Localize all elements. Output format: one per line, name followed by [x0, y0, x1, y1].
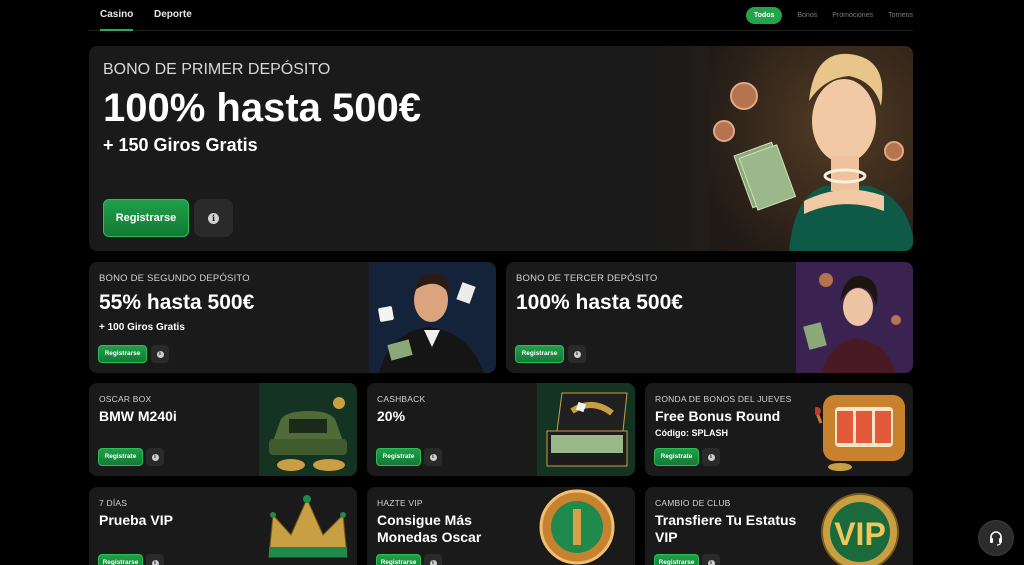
promo-title: Free Bonus Round — [655, 408, 781, 424]
tab-casino[interactable]: Casino — [100, 0, 134, 31]
briefcase-cash-illustration — [537, 383, 635, 476]
promo-subtitle: + 150 Giros Gratis — [103, 135, 258, 155]
oscar-coin-illustration — [539, 489, 615, 565]
filter-chips: Todos Bonos Promociones Torneos — [745, 7, 913, 24]
info-button[interactable]: i — [424, 554, 442, 565]
promo-card-cashback[interactable]: CASHBACK 20% Registrate i — [367, 383, 635, 476]
filter-promociones[interactable]: Promociones — [832, 7, 873, 24]
promo-title: 100% hasta 500€ — [103, 86, 422, 130]
info-icon: i — [573, 350, 581, 358]
promo-subtitle: Código: SPLASH — [655, 428, 728, 438]
register-button[interactable]: Registrarse — [98, 345, 147, 363]
filter-torneos[interactable]: Torneos — [888, 7, 913, 24]
promo-title: 55% hasta 500€ — [99, 291, 255, 314]
tab-deporte[interactable]: Deporte — [154, 0, 192, 31]
vip-badge-text: VIP — [834, 516, 886, 552]
info-button[interactable]: i — [424, 448, 442, 466]
info-button[interactable]: i — [151, 345, 169, 363]
promo-label: OSCAR BOX — [99, 394, 152, 404]
promo-label: BONO DE TERCER DEPÓSITO — [516, 273, 658, 284]
register-button[interactable]: Registrarse — [98, 554, 143, 565]
info-button[interactable]: i — [194, 199, 233, 237]
register-button[interactable]: Registrarse — [654, 554, 699, 565]
promo-title: Prueba VIP — [99, 512, 173, 528]
promo-label: RONDA DE BONOS DEL JUEVES — [655, 394, 792, 404]
filter-bonos[interactable]: Bonos — [797, 7, 817, 24]
promo-title: 100% hasta 500€ — [516, 291, 683, 314]
promo-subtitle: + 100 Giros Gratis — [99, 322, 185, 333]
info-icon: i — [429, 559, 437, 565]
info-button[interactable]: i — [146, 448, 164, 466]
promo-label: BONO DE SEGUNDO DEPÓSITO — [99, 273, 250, 284]
car-illustration — [259, 383, 357, 476]
promo-card-become-vip[interactable]: HAZTE VIP Consigue Más Monedas Oscar Reg… — [367, 487, 635, 565]
info-button[interactable]: i — [146, 554, 164, 565]
promo-label: HAZTE VIP — [377, 498, 423, 508]
info-icon: i — [429, 453, 437, 461]
register-button[interactable]: Registrarse — [515, 345, 564, 363]
register-button[interactable]: Registrarse — [376, 554, 421, 565]
promo-title: Consigue Más Monedas Oscar — [377, 512, 482, 545]
promo-card-thursday-bonus[interactable]: RONDA DE BONOS DEL JUEVES Free Bonus Rou… — [645, 383, 913, 476]
register-button[interactable]: Registrate — [98, 448, 143, 466]
headset-icon — [990, 531, 1002, 546]
promo-card-oscar-box[interactable]: OSCAR BOX BMW M240i Registrate i — [89, 383, 357, 476]
register-button[interactable]: Registrarse — [103, 199, 189, 237]
crown-illustration — [268, 495, 348, 558]
man-with-cards-illustration — [369, 262, 496, 373]
support-chat-button[interactable] — [978, 520, 1014, 556]
promo-title: 20% — [377, 408, 406, 424]
woman-with-chips-illustration — [796, 262, 913, 373]
filter-todos[interactable]: Todos — [745, 7, 783, 24]
info-button[interactable]: i — [702, 554, 720, 565]
promo-card-third-deposit[interactable]: BONO DE TERCER DEPÓSITO 100% hasta 500€ … — [506, 262, 913, 373]
info-icon: i — [208, 212, 219, 224]
info-button[interactable]: i — [568, 345, 586, 363]
info-icon: i — [156, 350, 164, 358]
info-button[interactable]: i — [702, 448, 720, 466]
register-button[interactable]: Registrate — [376, 448, 421, 466]
hero-promo-card[interactable]: BONO DE PRIMER DEPÓSITO 100% hasta 500€ … — [89, 46, 913, 251]
promo-card-second-deposit[interactable]: BONO DE SEGUNDO DEPÓSITO 55% hasta 500€ … — [89, 262, 496, 373]
promo-label: 7 DÍAS — [99, 498, 128, 508]
info-icon: i — [707, 559, 715, 565]
info-icon: i — [707, 453, 715, 461]
vip-badge-illustration: VIP — [821, 493, 899, 565]
top-nav: Casino Deporte Todos Bonos Promociones T… — [88, 0, 913, 31]
promo-label: CAMBIO DE CLUB — [655, 498, 731, 508]
promo-title: BMW M240i — [99, 408, 177, 424]
woman-with-cash-illustration — [709, 46, 913, 251]
info-icon: i — [151, 559, 159, 565]
register-button[interactable]: Registrate — [654, 448, 699, 466]
info-icon: i — [151, 453, 159, 461]
promo-title: Transfiere Tu Estatus VIP — [655, 512, 797, 545]
promo-card-vip-trial[interactable]: 7 DÍAS Prueba VIP Registrarse i — [89, 487, 357, 565]
promo-label: BONO DE PRIMER DEPÓSITO — [103, 61, 331, 78]
promo-label: CASHBACK — [377, 394, 426, 404]
promo-card-club-change[interactable]: CAMBIO DE CLUB Transfiere Tu Estatus VIP… — [645, 487, 913, 565]
slot-machine-illustration — [815, 395, 905, 471]
